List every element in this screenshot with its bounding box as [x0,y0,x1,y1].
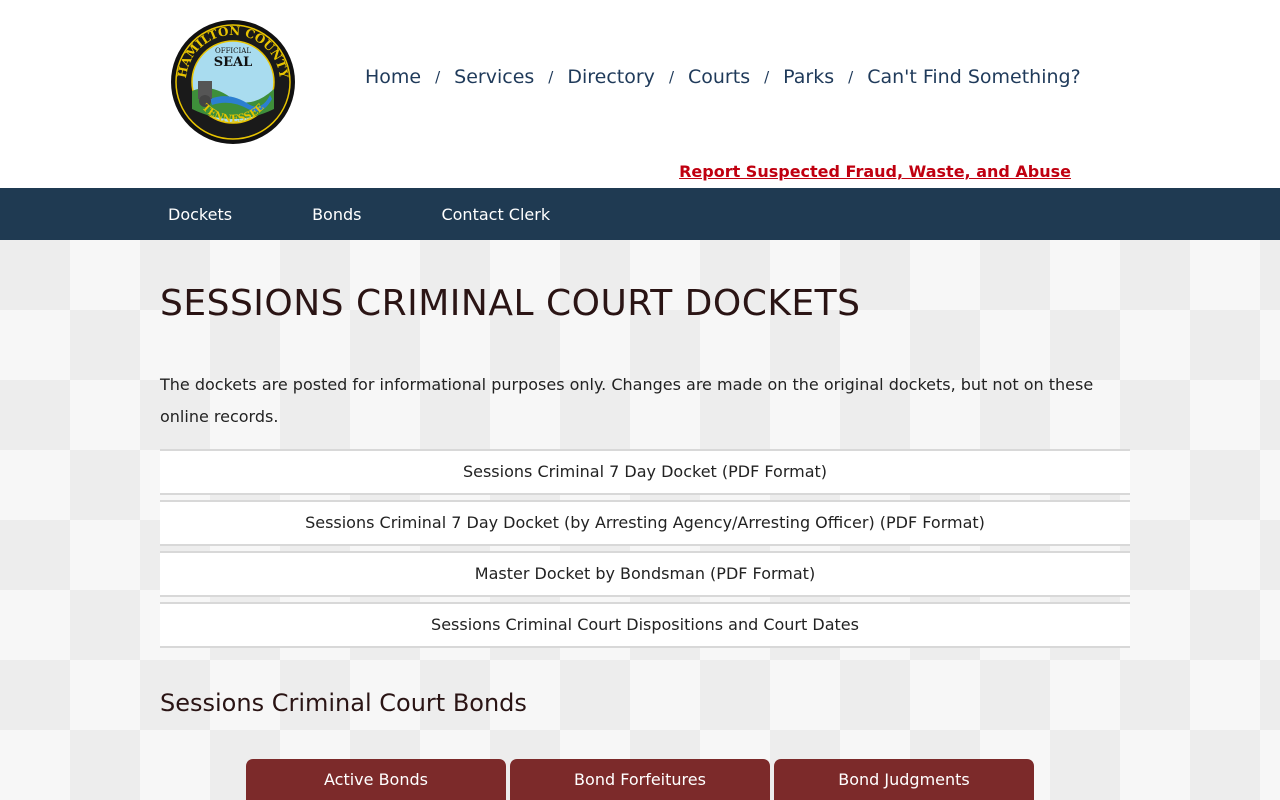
report-fraud-link[interactable]: Report Suspected Fraud, Waste, and Abuse [679,162,1071,181]
bond-forfeitures-button[interactable]: Bond Forfeitures [510,759,770,800]
docket-link-dispositions[interactable]: Sessions Criminal Court Dispositions and… [160,602,1130,648]
nav-courts[interactable]: Courts [688,66,750,88]
nav-separator: / [668,68,674,86]
seal-seal-text: SEAL [214,55,253,70]
nav-separator: / [848,68,854,86]
seal-icon: HAMILTON COUNTY TENNESSEE OFFICIAL SEAL [171,20,295,144]
nav-home[interactable]: Home [365,66,421,88]
subnav-contact-clerk[interactable]: Contact Clerk [441,205,550,224]
site-header: HAMILTON COUNTY TENNESSEE OFFICIAL SEAL … [0,0,1280,188]
bond-button-group: Active Bonds Bond Forfeitures Bond Judgm… [246,759,1034,800]
nav-separator: / [764,68,770,86]
bond-judgments-button[interactable]: Bond Judgments [774,759,1034,800]
active-bonds-button[interactable]: Active Bonds [246,759,506,800]
section-navigation: Dockets Bonds Contact Clerk [0,188,1280,240]
county-seal-logo[interactable]: HAMILTON COUNTY TENNESSEE OFFICIAL SEAL [170,19,296,145]
subnav-bonds[interactable]: Bonds [312,205,361,224]
nav-separator: / [435,68,441,86]
nav-cant-find-something[interactable]: Can't Find Something? [867,66,1080,88]
top-navigation: Home / Services / Directory / Courts / P… [365,66,1081,88]
intro-text: The dockets are posted for informational… [160,375,1094,426]
nav-parks[interactable]: Parks [783,66,834,88]
main-content: SESSIONS CRIMINAL COURT DOCKETS The dock… [0,240,1280,800]
seal-official-text: OFFICIAL [215,47,251,55]
bonds-heading: Sessions Criminal Court Bonds [160,689,527,717]
nav-separator: / [548,68,554,86]
docket-link-7-day[interactable]: Sessions Criminal 7 Day Docket (PDF Form… [160,449,1130,495]
nav-services[interactable]: Services [454,66,534,88]
docket-link-7-day-by-agency[interactable]: Sessions Criminal 7 Day Docket (by Arres… [160,500,1130,546]
docket-list: Sessions Criminal 7 Day Docket (PDF Form… [160,449,1130,653]
nav-directory[interactable]: Directory [567,66,655,88]
docket-link-master-by-bondsman[interactable]: Master Docket by Bondsman (PDF Format) [160,551,1130,597]
page-title: SESSIONS CRIMINAL COURT DOCKETS [160,283,861,324]
subnav-dockets[interactable]: Dockets [168,205,232,224]
